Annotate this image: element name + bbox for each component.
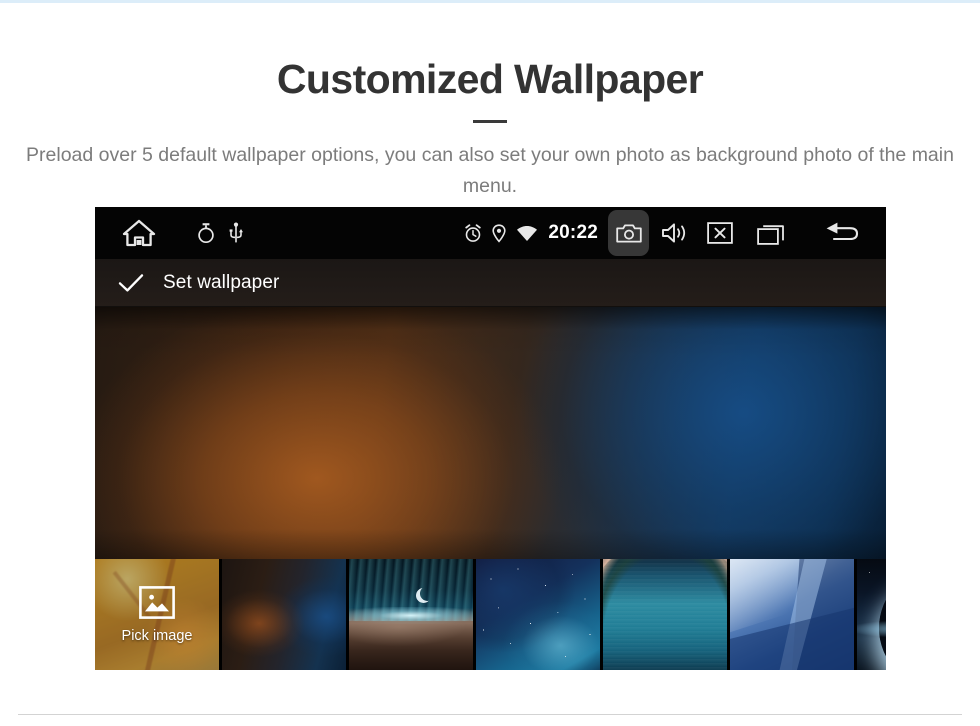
thumb-wallpaper-1[interactable] <box>222 559 346 670</box>
thumb-wallpaper-2[interactable] <box>349 559 473 670</box>
page-subtitle: Preload over 5 default wallpaper options… <box>26 144 954 197</box>
status-bar: 20:22 <box>95 207 886 259</box>
wallpaper-3-art <box>476 559 600 670</box>
wifi-icon <box>516 225 538 242</box>
wave-sheen-decor <box>603 559 727 670</box>
status-bar-right-group: 20:22 <box>464 207 886 259</box>
preview-vignette <box>95 307 886 559</box>
title-underline-rule <box>473 120 507 123</box>
wallpaper-5-art <box>730 559 854 670</box>
home-icon[interactable] <box>122 218 156 248</box>
recent-apps-icon[interactable] <box>757 221 787 245</box>
crescent-moon-icon <box>420 586 435 601</box>
wallpaper-6-art <box>857 559 886 670</box>
pick-image-label: Pick image <box>121 627 193 644</box>
planet-surface-decor <box>349 621 473 670</box>
wallpaper-preview[interactable] <box>95 307 886 559</box>
set-wallpaper-action-bar[interactable]: Set wallpaper <box>95 259 886 307</box>
pick-image-overlay: Pick image <box>95 559 219 670</box>
camera-icon[interactable] <box>608 210 649 256</box>
device-screenshot: 20:22 Set wallpaper Pick image <box>95 207 886 670</box>
alarm-icon <box>464 223 482 243</box>
starfield-decor <box>476 559 600 670</box>
volume-icon[interactable] <box>661 221 689 245</box>
thumb-wallpaper-6[interactable] <box>857 559 886 670</box>
wallpaper-4-art <box>603 559 727 670</box>
wallpaper-1-art <box>222 559 346 670</box>
set-wallpaper-label: Set wallpaper <box>163 271 280 293</box>
top-accent-rule <box>0 0 980 3</box>
thumb-wallpaper-3[interactable] <box>476 559 600 670</box>
thumb-wallpaper-4[interactable] <box>603 559 727 670</box>
heading-block: Customized Wallpaper Preload over 5 defa… <box>0 52 980 202</box>
status-bar-clock: 20:22 <box>548 222 598 243</box>
location-icon <box>492 223 506 243</box>
wallpaper-thumbnail-strip[interactable]: Pick image <box>95 559 886 670</box>
status-indicators <box>464 223 538 243</box>
thumb-wallpaper-5[interactable] <box>730 559 854 670</box>
wallpaper-2-art <box>349 559 473 670</box>
picture-icon <box>139 585 175 619</box>
check-icon <box>117 271 145 295</box>
page-root: Customized Wallpaper Preload over 5 defa… <box>0 0 980 726</box>
page-title: Customized Wallpaper <box>276 56 704 102</box>
eclipse-flare-decor <box>857 616 886 642</box>
close-icon[interactable] <box>707 222 733 244</box>
thumb-pick-image[interactable]: Pick image <box>95 559 219 670</box>
timer-icon[interactable] <box>196 222 216 244</box>
back-icon[interactable] <box>825 221 859 245</box>
usb-icon <box>228 222 244 244</box>
bottom-divider <box>18 714 962 715</box>
status-bar-left-group <box>95 218 244 248</box>
